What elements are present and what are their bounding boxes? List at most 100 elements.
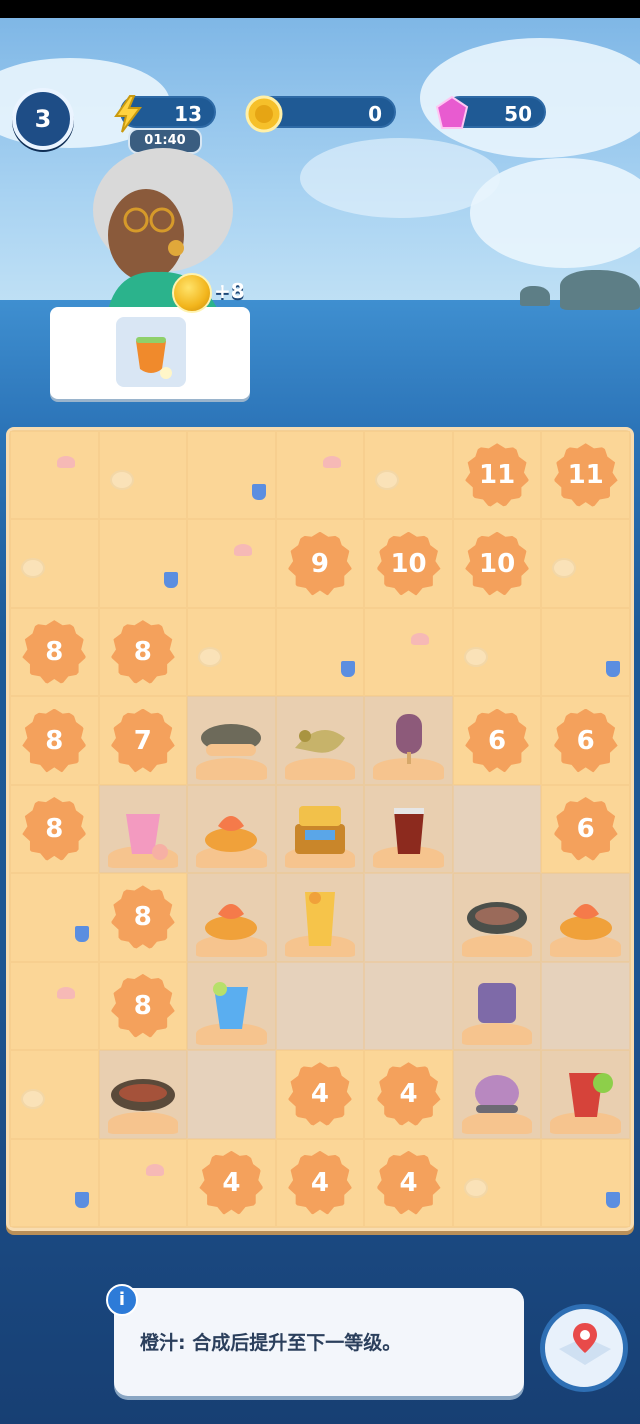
sand-tile[interactable] [541, 607, 630, 697]
empty-tile[interactable] [364, 873, 453, 962]
sand-tile[interactable] [98, 1138, 188, 1227]
item-tile[interactable] [187, 784, 276, 874]
orange-juice-icon[interactable] [285, 884, 355, 950]
glass-icon [163, 572, 178, 589]
stew-pot-icon[interactable] [108, 1061, 178, 1127]
sand-tile[interactable] [10, 1138, 99, 1227]
locked-tile[interactable]: 8 [10, 696, 99, 785]
item-tile[interactable] [275, 696, 365, 785]
pot-dish-icon[interactable] [462, 884, 532, 950]
locked-tile[interactable]: 10 [452, 519, 542, 608]
lock-level-badge: 11 [553, 443, 618, 508]
shrimp-dish-icon[interactable] [551, 884, 621, 950]
sand-tile[interactable] [187, 607, 276, 697]
shrimp-dish-icon[interactable] [196, 884, 266, 950]
fruit-cocktail-icon[interactable] [551, 1061, 621, 1127]
item-tile[interactable] [275, 784, 365, 874]
empty-tile[interactable] [275, 961, 365, 1051]
sand-tile[interactable] [541, 1138, 630, 1227]
golden-chest-icon[interactable] [285, 796, 355, 862]
sand-tile[interactable] [452, 1138, 542, 1227]
item-tile[interactable] [98, 784, 188, 874]
glass-icon [75, 926, 89, 943]
locked-tile[interactable]: 8 [10, 607, 99, 697]
sand-tile[interactable] [98, 431, 188, 520]
shell-icon [234, 544, 253, 557]
locked-tile[interactable]: 11 [452, 431, 542, 520]
red-tea-icon[interactable] [374, 796, 444, 862]
locked-tile[interactable]: 6 [452, 696, 542, 785]
pink-smoothie-icon[interactable] [108, 796, 178, 862]
locked-tile[interactable]: 6 [541, 696, 630, 785]
locked-tile[interactable]: 7 [98, 696, 188, 785]
item-tile[interactable] [275, 873, 365, 962]
empty-tile[interactable] [364, 961, 453, 1051]
locked-tile[interactable]: 4 [275, 1050, 365, 1139]
item-tile[interactable] [98, 1050, 188, 1139]
locked-tile[interactable]: 4 [275, 1138, 365, 1227]
berry-dessert-icon[interactable] [462, 1061, 532, 1127]
order-card[interactable] [50, 307, 250, 399]
item-tile[interactable] [187, 961, 276, 1051]
spiral-shell-icon [463, 646, 488, 667]
item-tile[interactable] [452, 1050, 542, 1139]
locked-tile[interactable]: 4 [364, 1138, 453, 1227]
item-tile[interactable] [541, 1050, 630, 1139]
sand-tile[interactable] [364, 431, 453, 520]
item-tile[interactable] [452, 873, 542, 962]
locked-tile[interactable]: 8 [98, 607, 188, 697]
locked-tile[interactable]: 10 [364, 519, 453, 608]
item-tile[interactable] [364, 696, 453, 785]
locked-tile[interactable]: 8 [10, 784, 99, 874]
lock-level-badge: 4 [376, 1062, 441, 1127]
snake-toy-icon[interactable] [285, 708, 355, 774]
locked-tile[interactable]: 6 [541, 784, 630, 874]
item-tile[interactable] [364, 784, 453, 874]
grilled-fish-icon[interactable] [196, 708, 266, 774]
item-tile[interactable] [541, 873, 630, 962]
popsicle-icon[interactable] [374, 708, 444, 774]
item-tile[interactable] [187, 696, 276, 785]
board-grid: 11 11 9 10 10 8 8 8 7 6 6 8 6 8 8 4 4 4 4 4 [10, 431, 630, 1227]
empty-tile[interactable] [541, 961, 630, 1051]
blue-drink-icon[interactable] [196, 973, 266, 1039]
sand-tile[interactable] [364, 607, 453, 697]
item-tile[interactable] [187, 873, 276, 962]
sand-tile[interactable] [187, 431, 276, 520]
sand-tile[interactable] [10, 519, 99, 608]
sand-tile[interactable] [452, 607, 542, 697]
sand-tile[interactable] [275, 607, 365, 697]
lock-level-badge: 8 [22, 796, 87, 861]
purple-jelly-icon[interactable] [462, 973, 532, 1039]
sand-tile[interactable] [10, 1050, 99, 1139]
shell-icon [57, 456, 75, 468]
empty-tile[interactable] [187, 1050, 276, 1139]
lock-level-badge: 8 [110, 620, 175, 685]
gem-bar[interactable]: 50 [435, 95, 546, 129]
shell-icon [322, 456, 341, 468]
info-icon[interactable]: i [106, 1284, 138, 1316]
lock-level-badge: 4 [287, 1062, 352, 1127]
sand-tile[interactable] [10, 431, 99, 520]
shrimp-dish-icon[interactable] [196, 796, 266, 862]
empty-tile[interactable] [452, 784, 542, 874]
locked-tile[interactable]: 4 [364, 1050, 453, 1139]
energy-bar[interactable]: 13 [114, 95, 216, 133]
locked-tile[interactable]: 11 [541, 431, 630, 520]
sand-tile[interactable] [187, 519, 276, 608]
sand-tile[interactable] [541, 519, 630, 608]
item-tile[interactable] [452, 961, 542, 1051]
map-button[interactable] [540, 1304, 628, 1392]
sand-tile[interactable] [10, 961, 99, 1051]
sand-tile[interactable] [275, 431, 365, 520]
coin-bar[interactable]: 0 [245, 95, 396, 133]
status-bar [0, 0, 640, 18]
level-badge[interactable]: 3 [12, 88, 74, 150]
locked-tile[interactable]: 8 [98, 873, 188, 962]
order-item-slot[interactable] [116, 317, 186, 387]
locked-tile[interactable]: 8 [98, 961, 188, 1051]
sand-tile[interactable] [98, 519, 188, 608]
locked-tile[interactable]: 9 [275, 519, 365, 608]
sand-tile[interactable] [10, 873, 99, 962]
locked-tile[interactable]: 4 [187, 1138, 276, 1227]
